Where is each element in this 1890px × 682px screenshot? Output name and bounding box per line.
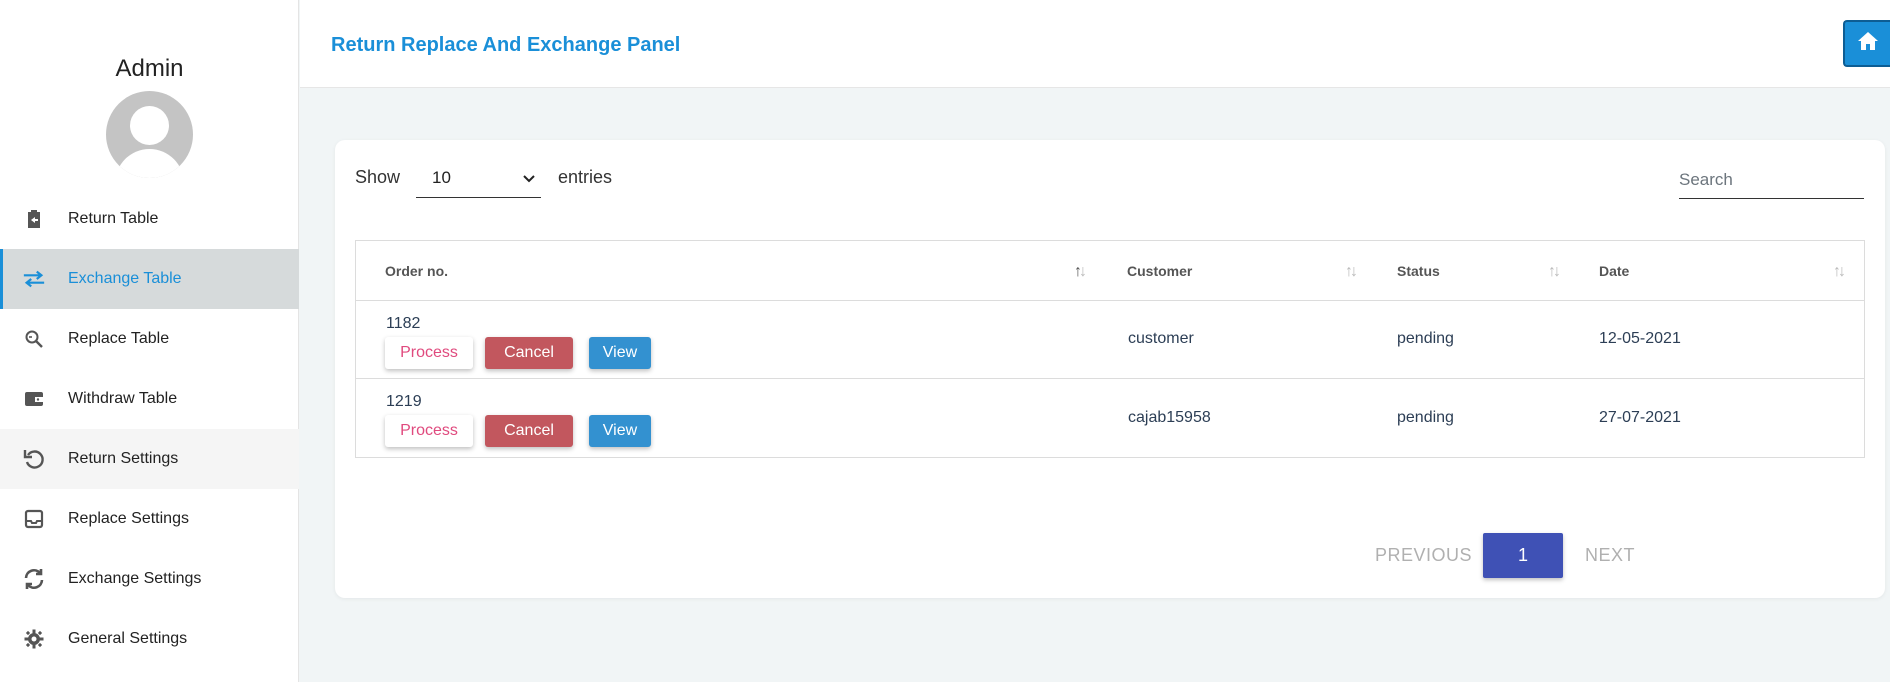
- view-button[interactable]: View: [589, 415, 651, 447]
- status-cell: pending: [1397, 409, 1454, 426]
- sidebar-item-exchange-table[interactable]: Exchange Table: [0, 249, 299, 309]
- avatar: [106, 91, 193, 178]
- date-cell: 12-05-2021: [1599, 330, 1681, 347]
- sort-arrows-icon[interactable]: ↑↓: [1345, 263, 1358, 281]
- search-refresh-icon: [22, 327, 46, 351]
- inbox-icon: [22, 507, 46, 531]
- sidebar-menu: Return Table Exchange Table Replace Tabl…: [0, 189, 299, 669]
- wallet-icon: [22, 387, 46, 411]
- sidebar-item-label: Replace Table: [68, 330, 170, 347]
- sidebar-item-replace-table[interactable]: Replace Table: [0, 309, 299, 369]
- sidebar-item-label: Exchange Settings: [68, 570, 202, 587]
- sidebar-item-label: Return Settings: [68, 450, 179, 467]
- sidebar-item-return-settings[interactable]: Return Settings: [0, 429, 299, 489]
- order-no-cell: 1219: [386, 393, 422, 410]
- previous-page-button[interactable]: PREVIOUS: [1375, 545, 1472, 566]
- search-input[interactable]: [1679, 162, 1864, 199]
- process-button[interactable]: Process: [385, 415, 473, 447]
- entries-label: entries: [558, 167, 613, 187]
- sort-arrows-icon[interactable]: ↑↓: [1833, 263, 1846, 281]
- clipboard-return-icon: [22, 207, 46, 231]
- sidebar: Admin Return Table Exchange Table Replac…: [0, 0, 299, 682]
- sort-arrows-icon[interactable]: ↑↓: [1074, 263, 1087, 281]
- orders-table: Order no. ↑↓ Customer ↑↓ Status ↑↓ Date …: [355, 240, 1865, 458]
- sidebar-item-label: Return Table: [68, 210, 159, 227]
- chevron-down-icon: [523, 168, 535, 188]
- page-number-button[interactable]: 1: [1483, 533, 1563, 578]
- cancel-button[interactable]: Cancel: [485, 415, 573, 447]
- view-button[interactable]: View: [589, 337, 651, 369]
- row-actions: Process Cancel View: [385, 337, 651, 369]
- table-row: 1182 Process Cancel View customer pendin…: [356, 301, 1864, 379]
- table-row: 1219 Process Cancel View cajab15958 pend…: [356, 379, 1864, 457]
- sidebar-item-label: Exchange Table: [68, 270, 182, 287]
- customer-cell: customer: [1128, 330, 1194, 347]
- row-actions: Process Cancel View: [385, 415, 651, 447]
- header: Return Replace And Exchange Panel: [300, 0, 1890, 88]
- undo-icon: [22, 447, 46, 471]
- date-cell: 27-07-2021: [1599, 409, 1681, 426]
- table-header-row: Order no. ↑↓ Customer ↑↓ Status ↑↓ Date …: [356, 241, 1864, 301]
- sidebar-item-label: Withdraw Table: [68, 390, 178, 407]
- home-icon: [1857, 31, 1879, 56]
- page-size-select[interactable]: 10: [416, 158, 541, 198]
- process-button[interactable]: Process: [385, 337, 473, 369]
- gear-icon: [22, 627, 46, 651]
- sidebar-item-general-settings[interactable]: General Settings: [0, 609, 299, 669]
- order-no-cell: 1182: [386, 315, 421, 332]
- page-title: Return Replace And Exchange Panel: [331, 34, 681, 56]
- next-page-button[interactable]: NEXT: [1585, 545, 1635, 566]
- page-size-value: 10: [432, 167, 451, 187]
- column-header-customer[interactable]: Customer: [1127, 241, 1192, 301]
- sidebar-item-label: Replace Settings: [68, 510, 189, 527]
- admin-name: Admin: [115, 55, 184, 82]
- sidebar-item-withdraw-table[interactable]: Withdraw Table: [0, 369, 299, 429]
- column-header-status[interactable]: Status: [1397, 241, 1440, 301]
- sidebar-item-return-table[interactable]: Return Table: [0, 189, 299, 249]
- table-card: Show 10 entries Order no. ↑↓ Customer ↑↓…: [335, 140, 1885, 598]
- column-header-date[interactable]: Date: [1599, 241, 1629, 301]
- cancel-button[interactable]: Cancel: [485, 337, 573, 369]
- sidebar-item-label: General Settings: [68, 630, 188, 647]
- sort-arrows-icon[interactable]: ↑↓: [1548, 263, 1561, 281]
- pagination: PREVIOUS 1 NEXT: [1375, 533, 1855, 578]
- swap-arrows-icon: [22, 267, 46, 291]
- show-label: Show: [355, 167, 401, 187]
- home-button[interactable]: [1843, 20, 1890, 67]
- sidebar-item-replace-settings[interactable]: Replace Settings: [0, 489, 299, 549]
- sidebar-item-exchange-settings[interactable]: Exchange Settings: [0, 549, 299, 609]
- sync-icon: [22, 567, 46, 591]
- column-header-order-no[interactable]: Order no.: [385, 241, 448, 301]
- status-cell: pending: [1397, 330, 1454, 347]
- customer-cell: cajab15958: [1128, 409, 1211, 426]
